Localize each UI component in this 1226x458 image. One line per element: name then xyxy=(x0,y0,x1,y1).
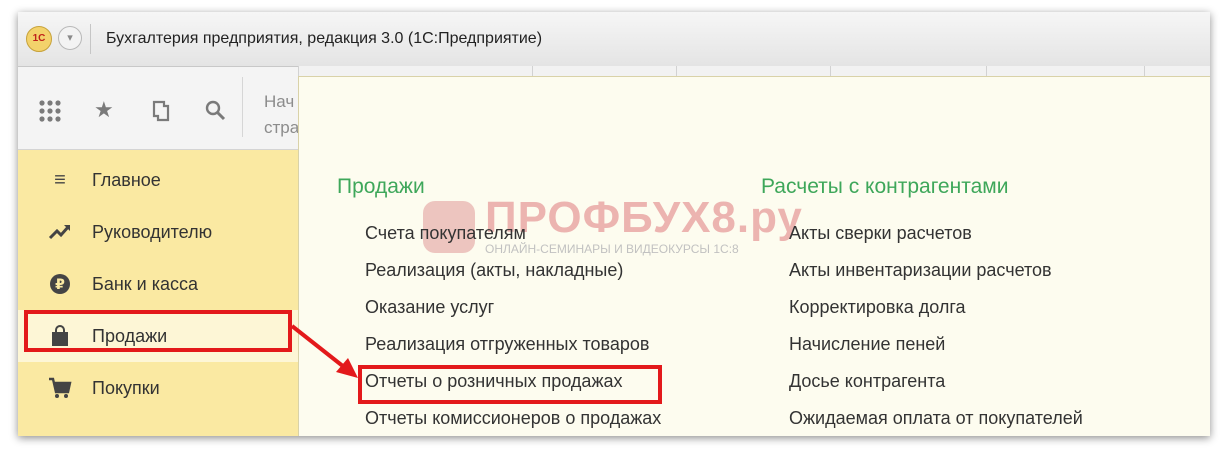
app-window: 1С ▾ Бухгалтерия предприятия, редакция 3… xyxy=(18,12,1210,436)
annotation-arrow xyxy=(290,324,358,378)
